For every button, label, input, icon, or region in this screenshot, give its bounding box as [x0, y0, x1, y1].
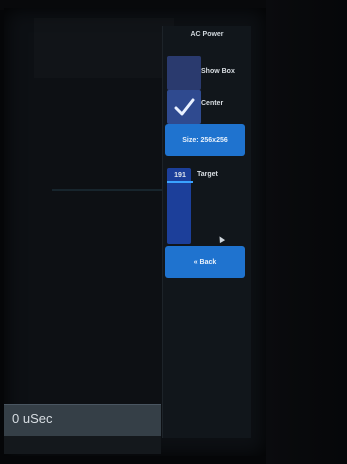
status-text: 0 uSec	[12, 411, 53, 426]
target-slider[interactable]	[167, 168, 191, 244]
settings-panel: AC Power Show Box Center Size: 256x256 1…	[162, 26, 251, 438]
show-box-label: Show Box	[201, 68, 235, 75]
slider-thumb[interactable]	[167, 181, 193, 183]
center-label: Center	[201, 100, 224, 107]
panel-title: AC Power	[190, 31, 224, 38]
status-bar-lower	[4, 436, 161, 454]
target-label: Target	[197, 171, 218, 178]
screen-glare	[34, 18, 174, 78]
device-bezel-right	[266, 0, 347, 464]
back-button[interactable]: « Back	[165, 246, 245, 278]
size-button[interactable]: Size: 256x256	[165, 124, 245, 156]
camera-feed-line	[52, 189, 164, 191]
show-box-checkbox[interactable]	[167, 56, 201, 90]
checkmark-icon	[174, 98, 195, 116]
target-value: 191	[174, 172, 186, 179]
status-bar: 0 uSec	[4, 404, 161, 437]
center-checkbox[interactable]	[167, 90, 201, 124]
